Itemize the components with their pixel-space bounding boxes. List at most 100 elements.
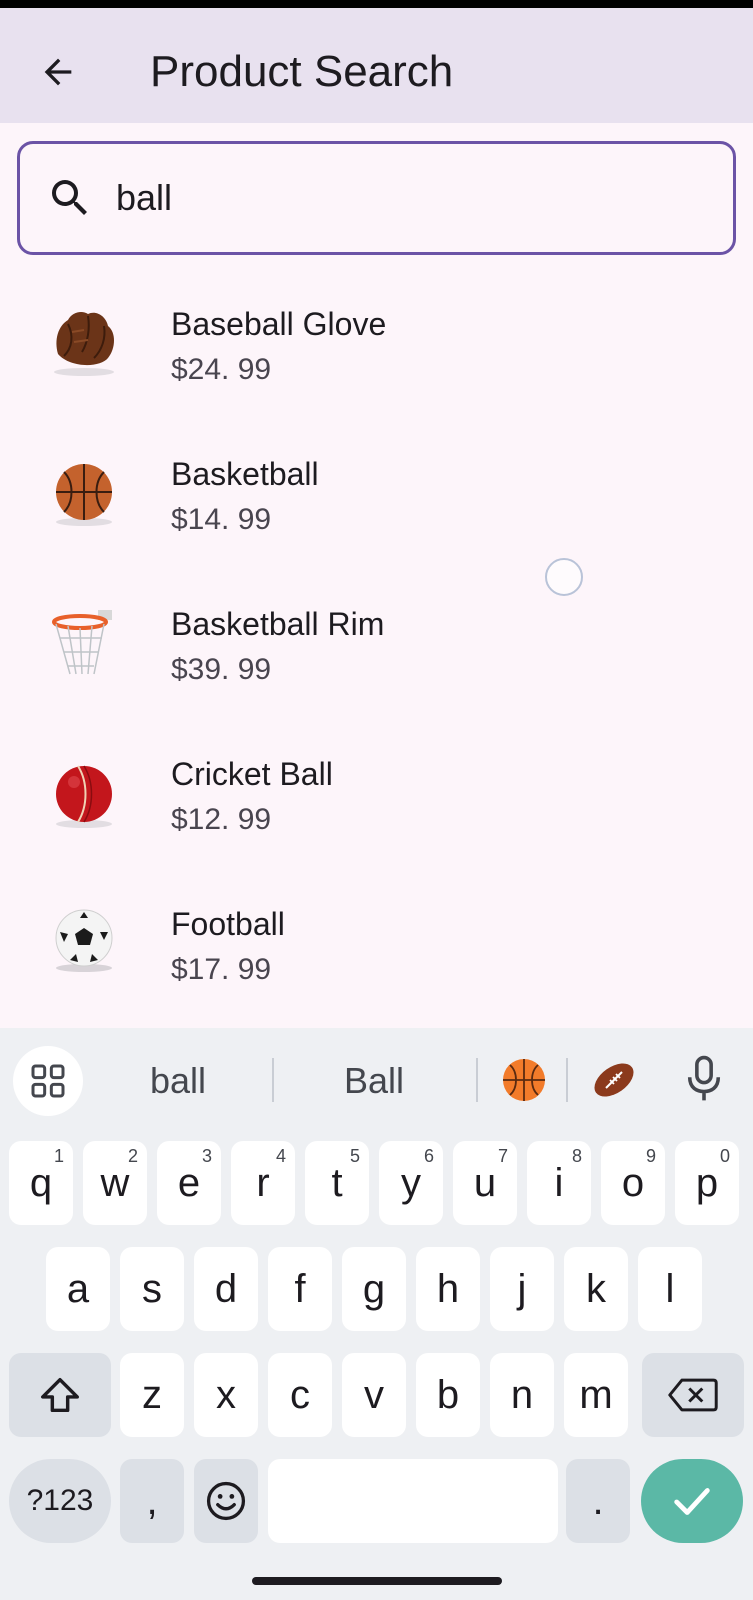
backspace-key[interactable]	[642, 1353, 744, 1437]
home-indicator[interactable]	[252, 1577, 502, 1585]
divider	[566, 1058, 568, 1102]
key-hint: 5	[349, 1146, 360, 1166]
key-m[interactable]: m	[564, 1353, 628, 1437]
comma-key[interactable]: ,	[120, 1459, 184, 1543]
key-hint: 8	[571, 1146, 582, 1166]
key-o[interactable]: o9	[601, 1141, 665, 1225]
key-u[interactable]: u7	[453, 1141, 517, 1225]
cricket-ball-image	[56, 765, 112, 828]
key-d[interactable]: d	[194, 1247, 258, 1331]
product-name: Basketball Rim	[171, 606, 385, 642]
smiley-icon	[206, 1481, 246, 1521]
soft-keyboard: ball Ball q1 w2 e3 r4 t5 y6 u7 i8 o9 p0 …	[0, 1028, 753, 1600]
key-hint: 3	[201, 1146, 212, 1166]
list-item[interactable]: Baseball Glove $24. 99	[0, 278, 753, 418]
suggestion-2[interactable]: Ball	[344, 1054, 404, 1108]
key-hint: 7	[497, 1146, 508, 1166]
list-item[interactable]: Basketball Rim $39. 99	[0, 578, 753, 718]
key-q[interactable]: q1	[9, 1141, 73, 1225]
app-bar: Product Search	[0, 8, 753, 123]
key-label: w	[100, 1160, 130, 1205]
football-image	[55, 909, 113, 972]
key-hint: 1	[53, 1146, 64, 1166]
key-v[interactable]: v	[342, 1353, 406, 1437]
baseball-glove-image	[54, 312, 114, 376]
product-price: $14. 99	[171, 503, 272, 536]
key-hint: 6	[423, 1146, 434, 1166]
key-j[interactable]: j	[490, 1247, 554, 1331]
status-bar	[0, 0, 753, 8]
key-hint: 4	[275, 1146, 286, 1166]
key-label: q	[29, 1160, 53, 1205]
product-name: Basketball	[171, 456, 319, 492]
key-r[interactable]: r4	[231, 1141, 295, 1225]
product-price: $17. 99	[171, 953, 272, 986]
key-s[interactable]: s	[120, 1247, 184, 1331]
key-i[interactable]: i8	[527, 1141, 591, 1225]
key-c[interactable]: c	[268, 1353, 332, 1437]
key-label: p	[695, 1160, 719, 1205]
product-name: Football	[171, 906, 285, 942]
apps-grid-button[interactable]	[13, 1046, 83, 1116]
key-label: r	[256, 1160, 270, 1205]
key-label: i	[554, 1160, 564, 1205]
key-label: y	[401, 1160, 421, 1205]
basketball-image	[56, 464, 112, 526]
key-label: o	[621, 1160, 645, 1205]
key-hint: 9	[645, 1146, 656, 1166]
search-icon	[46, 174, 94, 222]
basketball-emoji-icon[interactable]	[500, 1056, 548, 1104]
key-e[interactable]: e3	[157, 1141, 221, 1225]
key-n[interactable]: n	[490, 1353, 554, 1437]
space-key[interactable]	[268, 1459, 558, 1543]
microphone-icon[interactable]	[682, 1054, 726, 1104]
arrow-left-icon	[44, 58, 72, 86]
divider	[272, 1058, 274, 1102]
key-label: t	[331, 1160, 343, 1205]
page-title: Product Search	[150, 47, 454, 96]
product-name: Baseball Glove	[171, 306, 387, 342]
key-g[interactable]: g	[342, 1247, 406, 1331]
suggestion-strip: ball Ball	[0, 1028, 753, 1128]
product-price: $24. 99	[171, 353, 272, 386]
key-label: e	[177, 1160, 201, 1205]
symbols-key[interactable]: ?123	[9, 1459, 111, 1543]
key-y[interactable]: y6	[379, 1141, 443, 1225]
product-name: Cricket Ball	[171, 756, 333, 792]
key-b[interactable]: b	[416, 1353, 480, 1437]
key-l[interactable]: l	[638, 1247, 702, 1331]
product-price: $12. 99	[171, 803, 272, 836]
key-a[interactable]: a	[46, 1247, 110, 1331]
key-w[interactable]: w2	[83, 1141, 147, 1225]
american-football-emoji-icon[interactable]	[590, 1056, 638, 1104]
backspace-icon	[668, 1378, 718, 1412]
emoji-key[interactable]	[194, 1459, 258, 1543]
search-field[interactable]	[17, 141, 736, 255]
key-k[interactable]: k	[564, 1247, 628, 1331]
touch-indicator	[545, 558, 583, 596]
search-input[interactable]	[116, 166, 676, 230]
key-hint: 2	[127, 1146, 138, 1166]
divider	[476, 1058, 478, 1102]
key-t[interactable]: t5	[305, 1141, 369, 1225]
list-item[interactable]: Cricket Ball $12. 99	[0, 728, 753, 868]
key-h[interactable]: h	[416, 1247, 480, 1331]
suggestion-1[interactable]: ball	[150, 1054, 206, 1108]
key-hint: 0	[719, 1146, 730, 1166]
basketball-rim-image	[52, 610, 112, 675]
key-label: u	[473, 1160, 497, 1205]
list-item[interactable]: Football $17. 99	[0, 878, 753, 1018]
back-button[interactable]	[28, 42, 88, 102]
product-price: $39. 99	[171, 653, 272, 686]
grid-icon	[31, 1064, 65, 1098]
key-z[interactable]: z	[120, 1353, 184, 1437]
checkmark-icon	[674, 1488, 710, 1515]
period-key[interactable]: .	[566, 1459, 630, 1543]
shift-icon	[41, 1377, 79, 1413]
key-x[interactable]: x	[194, 1353, 258, 1437]
list-item[interactable]: Basketball $14. 99	[0, 428, 753, 568]
key-f[interactable]: f	[268, 1247, 332, 1331]
shift-key[interactable]	[9, 1353, 111, 1437]
enter-key[interactable]	[641, 1459, 743, 1543]
key-p[interactable]: p0	[675, 1141, 739, 1225]
